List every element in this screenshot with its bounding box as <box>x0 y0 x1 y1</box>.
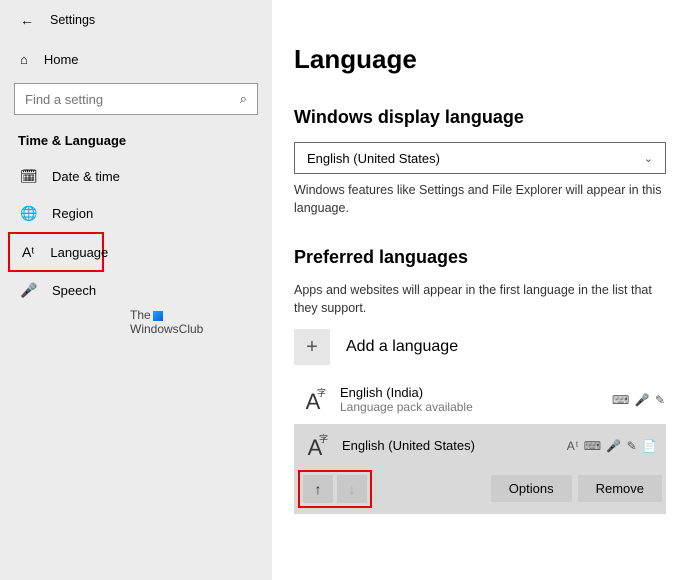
section-pref-heading: Preferred languages <box>294 247 680 268</box>
window-title: Settings <box>50 13 95 27</box>
display-language-desc: Windows features like Settings and File … <box>294 182 666 217</box>
nav-label: Speech <box>52 283 96 298</box>
dropdown-value: English (United States) <box>307 151 440 166</box>
display-language-dropdown[interactable]: English (United States) ⌄ <box>294 142 666 174</box>
language-glyph-icon: 字A <box>298 436 332 456</box>
lang-sub: Language pack available <box>340 400 612 414</box>
nav-label: Language <box>50 245 108 260</box>
calendar-icon: 🗓 <box>20 168 36 185</box>
language-glyph-icon: 字A <box>296 390 330 410</box>
lang-badges: Aᵗ ⌨ 🎤 ✎ 📄 <box>567 439 658 453</box>
nav-date-time[interactable]: 🗓 Date & time <box>0 158 272 195</box>
lang-name: English (United States) <box>342 438 567 453</box>
options-button[interactable]: Options <box>491 475 572 502</box>
category-title: Time & Language <box>0 127 272 158</box>
search-input[interactable] <box>25 92 240 107</box>
lang-badges: ⌨ 🎤 ✎ <box>612 393 666 407</box>
plus-icon: + <box>294 329 330 365</box>
remove-button[interactable]: Remove <box>578 475 662 502</box>
globe-icon: 🌐 <box>20 205 36 222</box>
pref-desc: Apps and websites will appear in the fir… <box>294 282 666 317</box>
logo-square-icon <box>153 311 163 321</box>
watermark: The WindowsClub <box>130 308 203 337</box>
lang-name: English (India) <box>340 385 612 400</box>
add-language-button[interactable]: + Add a language <box>294 329 680 365</box>
nav-label: Region <box>52 206 93 221</box>
back-icon[interactable]: ← <box>20 12 34 28</box>
language-item-india[interactable]: 字A English (India) Language pack availab… <box>294 379 666 420</box>
search-box[interactable]: ⌕ <box>14 83 258 115</box>
add-language-label: Add a language <box>346 338 458 356</box>
section-display-heading: Windows display language <box>294 107 680 128</box>
nav-home[interactable]: ⌂ Home <box>0 42 272 77</box>
mic-icon: 🎤 <box>20 282 36 299</box>
language-icon: Aᵗ <box>22 244 34 260</box>
chevron-down-icon: ⌄ <box>644 152 653 165</box>
language-item-us[interactable]: 字A English (United States) Aᵗ ⌨ 🎤 ✎ 📄 <box>296 430 658 462</box>
nav-label: Date & time <box>52 169 120 184</box>
search-icon: ⌕ <box>240 91 247 107</box>
nav-language[interactable]: Aᵗ Language <box>10 234 102 270</box>
home-label: Home <box>44 52 79 67</box>
reorder-controls: ↑ ↓ <box>298 470 372 508</box>
page-title: Language <box>294 44 680 75</box>
move-up-button[interactable]: ↑ <box>303 475 333 503</box>
nav-speech[interactable]: 🎤 Speech <box>0 272 272 309</box>
nav-region[interactable]: 🌐 Region <box>0 195 272 232</box>
move-down-button[interactable]: ↓ <box>337 475 367 503</box>
home-icon: ⌂ <box>20 52 28 67</box>
